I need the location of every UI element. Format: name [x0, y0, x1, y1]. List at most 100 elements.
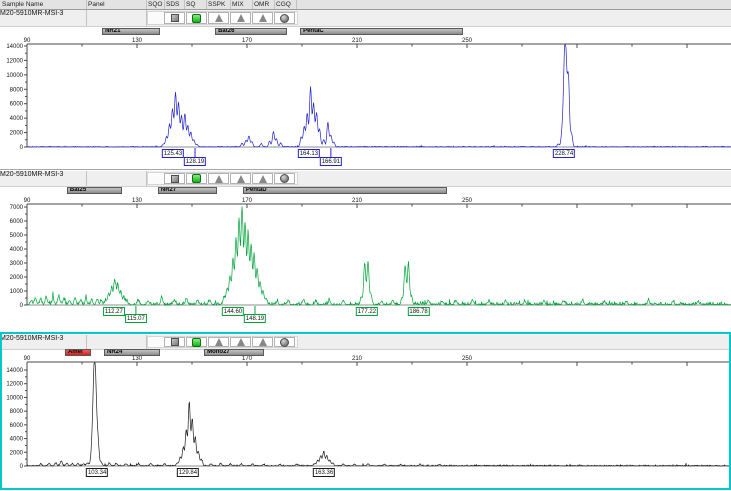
flag-sds[interactable]: [164, 173, 185, 184]
gray-triangle-icon: [259, 175, 267, 183]
marker-bar-pentad: PentaD: [243, 187, 447, 194]
plot-area[interactable]: [27, 362, 731, 466]
flag-sds[interactable]: [164, 337, 185, 347]
column-header-panel: Panel: [88, 1, 105, 8]
flag-omr[interactable]: [252, 12, 273, 24]
flag-sq[interactable]: [186, 337, 207, 347]
svg-text:4000: 4000: [10, 437, 24, 443]
marker-bar-nr21: NR21: [102, 28, 160, 35]
svg-text:0: 0: [20, 464, 24, 470]
peak-size-label[interactable]: 128.19: [184, 157, 206, 166]
peak-size-label[interactable]: 163.36: [313, 468, 335, 477]
sample-row[interactable]: M20-5910MR-MSI-3: [0, 171, 731, 187]
peak-size-label[interactable]: 186.78: [407, 307, 429, 316]
marker-label: NR21: [105, 28, 120, 34]
sample-row-separator: [86, 335, 87, 349]
gray-triangle-icon: [237, 338, 245, 346]
svg-text:5000: 5000: [10, 233, 24, 239]
marker-label: Amel: [68, 349, 83, 355]
peak-size-label[interactable]: 125.43: [162, 149, 184, 158]
flag-sds[interactable]: [164, 12, 185, 24]
marker-bar-bat26: Bat26: [215, 28, 287, 35]
header-separator: [146, 0, 147, 9]
gray-triangle-icon: [215, 14, 223, 22]
header-separator: [164, 0, 165, 9]
gray-triangle-icon: [237, 175, 245, 183]
marker-label: PentaC: [303, 28, 324, 34]
peak-size-label[interactable]: 112.27: [103, 307, 125, 316]
flag-mix[interactable]: [230, 173, 251, 184]
sample-row[interactable]: M20-5910MR-MSI-3: [0, 10, 731, 27]
column-header-sds: SDS: [166, 1, 179, 8]
panel-name: MR-MSI-3: [32, 171, 64, 178]
svg-text:6000: 6000: [10, 102, 24, 108]
peak-size-label[interactable]: 164.13: [298, 149, 320, 158]
peak-size-label[interactable]: 228.74: [553, 149, 575, 158]
peak-size-label[interactable]: 166.91: [320, 157, 342, 166]
gray-triangle-icon: [215, 338, 223, 346]
plot-area[interactable]: [27, 204, 731, 305]
marker-label: Bat25: [70, 187, 86, 193]
panel-name: MR-MSI-3: [32, 10, 64, 17]
gray-cube-icon: [171, 338, 179, 346]
gray-triangle-icon: [259, 14, 267, 22]
gray-triangle-icon: [215, 175, 223, 183]
sample-name: M20-5910: [0, 335, 32, 342]
peak-size-label[interactable]: 144.60: [222, 307, 244, 316]
svg-text:4000: 4000: [10, 116, 24, 122]
sample-name: M20-5910: [0, 171, 32, 178]
header-separator: [230, 0, 231, 9]
svg-text:14000: 14000: [6, 368, 23, 374]
gray-sphere-icon: [280, 338, 289, 347]
header-separator: [86, 0, 87, 9]
flag-cgq[interactable]: [274, 173, 295, 184]
svg-text:10000: 10000: [6, 73, 23, 79]
svg-text:0: 0: [20, 145, 24, 151]
marker-label: PentaD: [246, 187, 267, 193]
flag-cgq[interactable]: [274, 12, 295, 24]
flag-mix[interactable]: [230, 12, 251, 24]
sample-row-separator: [86, 171, 87, 186]
peak-size-label[interactable]: 103.34: [86, 468, 108, 477]
peak-size-label[interactable]: 129.84: [177, 468, 199, 477]
flag-omr[interactable]: [252, 337, 273, 347]
marker-label: Mono27: [207, 349, 230, 355]
svg-text:8000: 8000: [10, 409, 24, 415]
svg-text:6000: 6000: [10, 423, 24, 429]
column-header-sample-name: Sample Name: [2, 1, 43, 8]
marker-bar-amel: Amel: [65, 349, 91, 356]
header-separator: [252, 0, 253, 9]
flag-sspk[interactable]: [208, 173, 229, 184]
flag-cgq[interactable]: [274, 337, 295, 347]
peak-size-label[interactable]: 177.22: [356, 307, 378, 316]
peak-size-label[interactable]: 115.07: [125, 314, 147, 323]
flag-sspk[interactable]: [208, 12, 229, 24]
flag-sspk[interactable]: [208, 337, 229, 347]
gray-sphere-icon: [280, 14, 289, 23]
svg-text:2000: 2000: [10, 275, 24, 281]
column-header-sq: SQ: [186, 1, 195, 8]
green-square-icon: [192, 174, 201, 183]
flag-sq[interactable]: [186, 12, 207, 24]
gray-triangle-icon: [259, 338, 267, 346]
svg-text:2000: 2000: [10, 450, 24, 456]
column-header-cgq: CGQ: [276, 1, 291, 8]
fragment-analysis-plot-window: Sample NamePanelSQOSDSSQSSPKMIXOMRCGQ 90…: [0, 0, 731, 491]
marker-label: NR27: [161, 187, 176, 193]
marker-bar-bat25: Bat25: [67, 187, 122, 194]
header-separator: [184, 0, 185, 9]
header-separator: [206, 0, 207, 9]
gray-triangle-icon: [237, 14, 245, 22]
plot-area[interactable]: [27, 44, 731, 147]
svg-text:2000: 2000: [10, 131, 24, 137]
svg-text:12000: 12000: [6, 382, 23, 388]
sample-row[interactable]: M20-5910MR-MSI-3: [0, 335, 731, 350]
gray-cube-icon: [171, 14, 179, 22]
flag-omr[interactable]: [252, 173, 273, 184]
header-separator: [274, 0, 275, 9]
marker-bar-nr27: NR27: [158, 187, 217, 194]
flag-sq[interactable]: [186, 173, 207, 184]
flag-mix[interactable]: [230, 337, 251, 347]
peak-size-label[interactable]: 148.19: [244, 314, 266, 323]
gray-cube-icon: [171, 175, 179, 183]
